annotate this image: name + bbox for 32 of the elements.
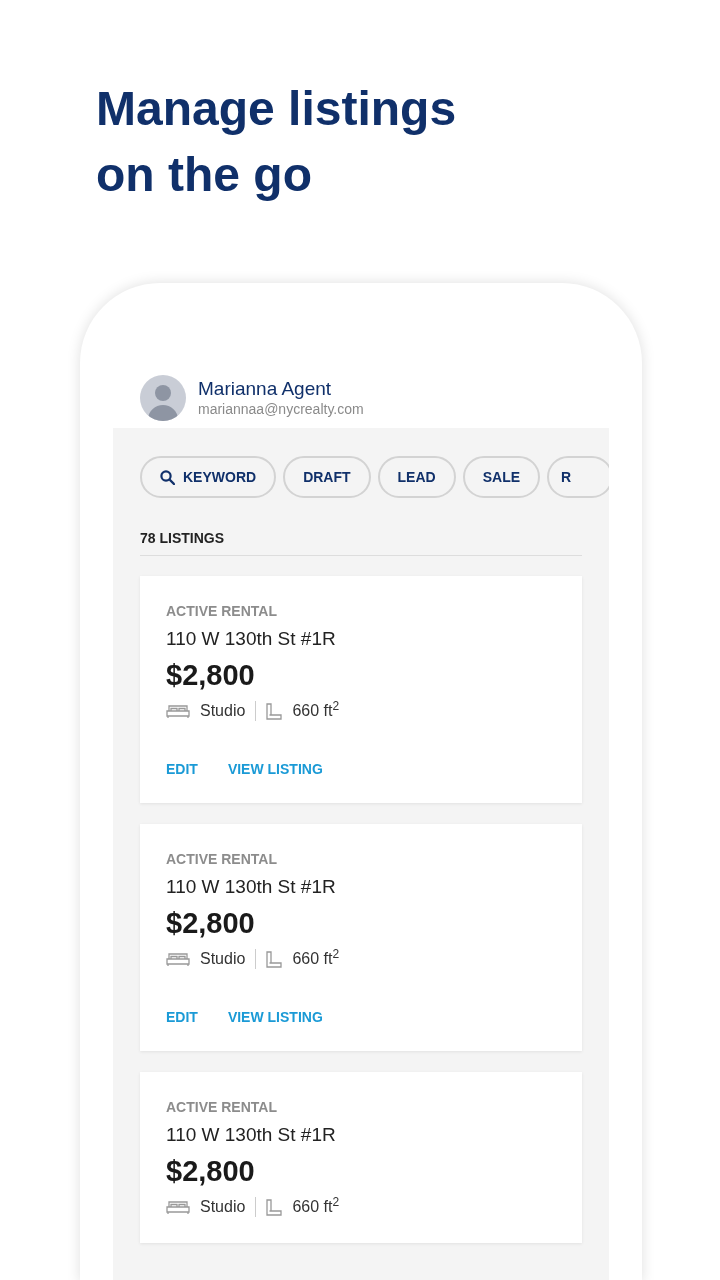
listing-price: $2,800 [166,1154,256,1189]
search-icon [160,469,175,485]
listing-price: $2,800 [166,658,256,693]
bedroom-count: Studio [200,701,246,721]
floor-area: 660 ft$^{2}$ [292,1195,340,1219]
bed-icon [166,703,190,719]
floor-area: 660 ft$^{2}$ [292,699,340,723]
bedroom-count: Studio [200,1197,246,1217]
floor-plan-icon [266,1198,283,1216]
listing-count: 78 LISTINGS [140,529,226,548]
listing-price: $2,800 [166,906,256,941]
filter-chip[interactable]: R [547,456,609,498]
headline: Manage listings on the go [96,81,458,203]
filter-chip[interactable]: KEYWORD [140,456,277,498]
listing-status: ACTIVE RENTAL [166,850,278,869]
avatar [140,375,186,421]
listing-status: ACTIVE RENTAL [166,1098,278,1117]
floor-plan-icon [266,702,283,720]
filter-chip[interactable]: SALE [462,456,541,498]
filter-chip[interactable]: DRAFT [283,456,371,498]
bed-icon [166,951,190,967]
bed-icon [166,1199,190,1215]
user-name: Marianna Agent [198,378,333,400]
bedroom-count: Studio [200,949,246,969]
listing-address: 110 W 130th St #1R [166,875,337,899]
listing-status: ACTIVE RENTAL [166,602,278,621]
floor-plan-icon [266,950,283,968]
floor-area: 660 ft$^{2}$ [292,947,340,971]
user-email: mariannaa@nycrealty.com [198,400,364,418]
filter-chip[interactable]: LEAD [377,456,456,498]
listing-address: 110 W 130th St #1R [166,1123,337,1147]
listing-address: 110 W 130th St #1R [166,627,337,651]
